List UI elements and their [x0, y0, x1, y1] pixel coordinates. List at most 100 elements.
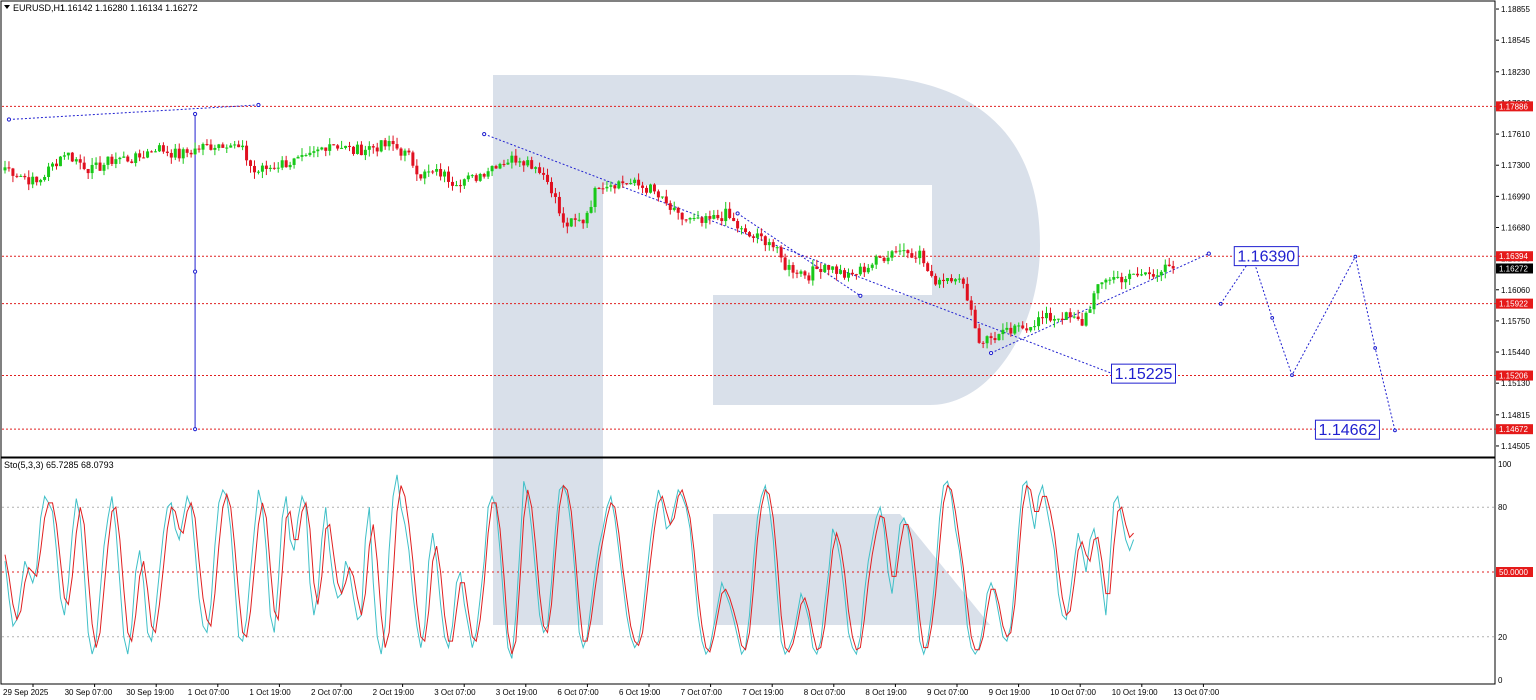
candle-bear	[530, 160, 534, 169]
time-tick-label: 10 Oct 19:00	[1112, 688, 1158, 697]
candle-bear	[1080, 319, 1084, 326]
candle-bull	[1052, 318, 1056, 321]
candle-bear	[197, 148, 201, 150]
price-tick-label: 1.18230	[1501, 68, 1530, 77]
candle-bull	[1029, 327, 1033, 331]
candle-bull	[308, 152, 312, 156]
candle-bull	[609, 185, 613, 187]
candle-bear	[553, 193, 557, 197]
candle-bull	[1108, 279, 1112, 281]
time-tick-label: 3 Oct 19:00	[496, 688, 538, 697]
candle-bear	[1136, 273, 1140, 276]
candle-bull	[304, 155, 308, 157]
candle-bear	[894, 251, 898, 253]
candle-bull	[1005, 327, 1009, 330]
price-tick-label: 1.17610	[1501, 130, 1530, 139]
candle-bear	[391, 140, 395, 145]
candle-bear	[78, 159, 82, 163]
candle-bull	[1116, 276, 1120, 278]
candle-bull	[938, 279, 942, 285]
candle-bear	[177, 148, 181, 159]
candle-bear	[165, 151, 169, 153]
candle-bear	[664, 196, 668, 204]
candle-bull	[1128, 273, 1132, 280]
candle-bull	[902, 250, 906, 252]
candle-bear	[1167, 264, 1171, 267]
forecast-level-label: 1.16390	[1237, 249, 1295, 266]
candle-bull	[225, 147, 229, 149]
candle-bear	[708, 216, 712, 219]
stoch-tick-label: 20	[1498, 633, 1507, 642]
candle-bull	[102, 164, 106, 171]
candle-bull	[66, 152, 70, 156]
forecast-path	[1220, 255, 1396, 431]
candle-bull	[1104, 279, 1108, 283]
level-price-tag-label: 1.15206	[1499, 372, 1528, 381]
candle-bear	[1068, 312, 1072, 318]
stoch-tick-label: 100	[1498, 460, 1512, 469]
candle-bear	[862, 266, 866, 273]
candle-bear	[252, 165, 256, 173]
candle-bull	[811, 266, 815, 281]
candle-bear	[803, 271, 807, 276]
candle-bull	[276, 167, 280, 169]
candle-bull	[704, 216, 708, 223]
candle-bear	[502, 163, 506, 165]
price-tick-label: 1.16060	[1501, 286, 1530, 295]
candle-bear	[763, 236, 767, 246]
trend-line	[737, 213, 861, 297]
candle-bear	[914, 257, 918, 259]
candle-bear	[625, 183, 629, 185]
candle-bull	[775, 247, 779, 249]
candle-bull	[1132, 273, 1136, 275]
level-price-tag-label: 1.16394	[1499, 252, 1528, 261]
candle-bear	[514, 155, 518, 163]
candle-bull	[1100, 282, 1104, 285]
candle-bull	[114, 159, 118, 164]
candle-bear	[716, 214, 720, 219]
candle-bear	[910, 253, 914, 258]
candle-bear	[850, 272, 854, 275]
candle-bear	[185, 149, 189, 153]
symbol-menu-arrow-icon[interactable]	[4, 5, 10, 9]
candle-bear	[359, 144, 363, 156]
candle-bull	[712, 214, 716, 219]
candle-bull	[363, 149, 367, 156]
candle-bear	[942, 279, 946, 282]
candle-bear	[439, 169, 443, 177]
candle-bull	[633, 179, 637, 183]
candle-bull	[193, 148, 197, 155]
candle-bear	[656, 191, 660, 198]
candle-bull	[660, 196, 664, 198]
candle-bear	[431, 171, 435, 173]
candle-bear	[284, 160, 288, 168]
candle-bear	[581, 219, 585, 224]
candle-bull	[985, 336, 989, 344]
candle-bear	[209, 144, 213, 150]
candle-bear	[613, 185, 617, 189]
time-tick-label: 8 Oct 07:00	[804, 688, 846, 697]
candle-bear	[728, 208, 732, 218]
candle-bear	[15, 175, 19, 177]
candle-bear	[922, 250, 926, 264]
price-tick-label: 1.16680	[1501, 223, 1530, 232]
candle-bull	[344, 145, 348, 148]
candle-bull	[280, 160, 284, 168]
candle-bull	[589, 206, 593, 213]
candle-bull	[672, 207, 676, 210]
candle-bull	[498, 163, 502, 169]
candle-bull	[585, 212, 589, 224]
candle-bull	[1124, 279, 1128, 283]
trading-chart[interactable]: 1.16390 1.15225 1.14662 1.18855 1.18545 1.18…	[0, 0, 1536, 700]
last-price-tag-label: 1.16272	[1499, 264, 1528, 273]
candle-bull	[692, 218, 696, 220]
time-tick-label: 2 Oct 19:00	[373, 688, 415, 697]
candle-bear	[557, 196, 561, 214]
forecast-node	[1290, 373, 1294, 378]
candle-bear	[549, 181, 553, 194]
candle-bull	[3, 167, 7, 171]
candle-bull	[340, 147, 344, 149]
candle-bear	[684, 219, 688, 221]
candle-bear	[744, 228, 748, 233]
time-tick-label: 10 Oct 07:00	[1050, 688, 1096, 697]
